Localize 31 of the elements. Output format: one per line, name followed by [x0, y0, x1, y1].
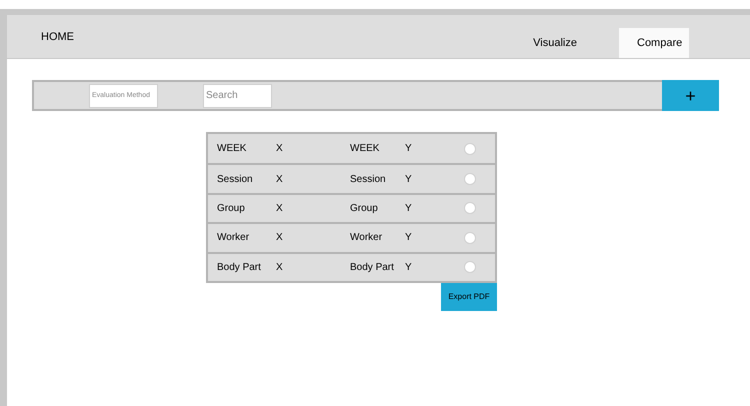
table-cell-text: Y: [405, 142, 413, 156]
table-cell-text: Session: [217, 172, 254, 187]
radio-button[interactable]: [464, 202, 476, 214]
table-cell-text: Y: [405, 172, 413, 187]
table-cell-text: Body Part: [217, 260, 262, 275]
table-cell-text: Session: [350, 172, 387, 187]
search-field[interactable]: Search: [203, 84, 272, 108]
nav-tab[interactable]: Visualize: [515, 28, 595, 58]
table-cell-text: Y: [405, 260, 413, 275]
table-cell-text: X: [276, 202, 284, 216]
table-cell-text: Worker: [217, 231, 250, 246]
table-cell-text: X: [276, 142, 284, 156]
table-cell-text: WEEK: [217, 142, 248, 156]
table-cell-text: X: [276, 231, 284, 246]
radio-button[interactable]: [464, 232, 476, 244]
home-link[interactable]: HOME: [41, 29, 74, 46]
table-cell-text: Worker: [350, 231, 384, 246]
table-cell-text: X: [276, 260, 284, 275]
add-button[interactable]: +: [662, 80, 719, 111]
table-cell-text: Group: [350, 202, 379, 216]
table-cell-text: Y: [405, 202, 413, 216]
radio-button[interactable]: [464, 142, 476, 155]
table-cell-text: Group: [217, 202, 246, 216]
table-cell-text: WEEK: [350, 142, 380, 156]
radio-button[interactable]: [464, 173, 476, 186]
radio-button[interactable]: [464, 261, 476, 274]
table-cell-text: Y: [405, 231, 413, 246]
table-cell-text: Body Part: [350, 260, 395, 275]
nav-tab[interactable]: Compare: [619, 28, 689, 58]
table-cell-text: X: [276, 172, 284, 187]
export-pdf-button[interactable]: Export PDF: [441, 282, 497, 311]
